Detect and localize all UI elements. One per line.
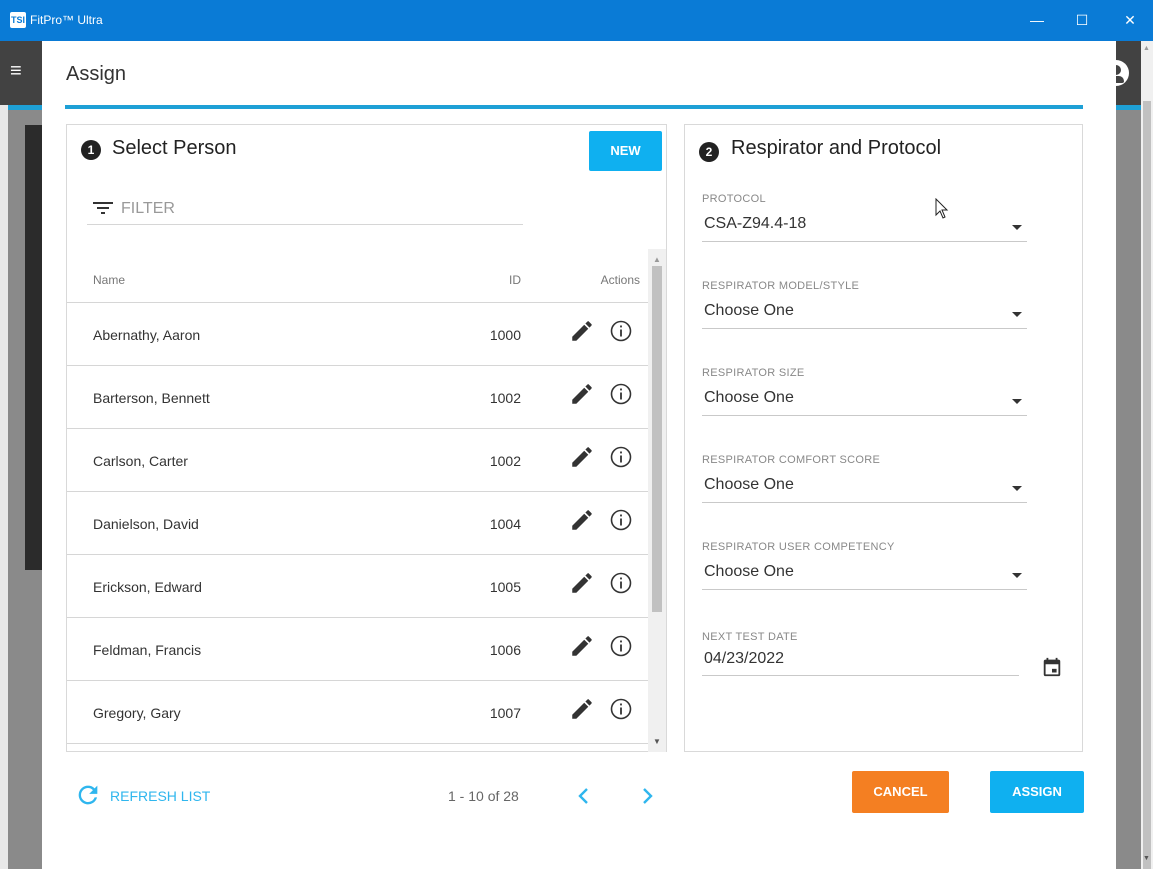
app-logo-icon: TSI <box>10 12 26 28</box>
column-header-name[interactable]: Name <box>93 273 125 287</box>
info-icon[interactable] <box>609 571 633 595</box>
select-person-panel: 1 Select Person NEW Name ID Actions Aber… <box>66 124 667 752</box>
person-id: 1006 <box>489 642 521 658</box>
person-id: 1004 <box>489 516 521 532</box>
column-header-id[interactable]: ID <box>497 273 521 287</box>
refresh-list-label: REFRESH LIST <box>110 788 211 804</box>
edit-pencil-icon[interactable] <box>569 381 595 407</box>
filter-icon <box>93 202 113 216</box>
edit-pencil-icon[interactable] <box>569 444 595 470</box>
info-icon[interactable] <box>609 382 633 406</box>
table-row[interactable]: Carlson, Carter 1002 <box>67 429 648 492</box>
cancel-button[interactable]: CANCEL <box>852 771 949 813</box>
person-name: Danielson, David <box>93 516 199 532</box>
comfort-score-value: Choose One <box>704 476 794 493</box>
pagination-range: 1 - 10 of 28 <box>448 788 519 804</box>
dialog-title: Assign <box>66 63 127 85</box>
calendar-icon[interactable] <box>1041 656 1063 678</box>
comfort-score-label: RESPIRATOR COMFORT SCORE <box>702 454 881 466</box>
filter-field[interactable] <box>87 191 523 225</box>
step-two-badge: 2 <box>699 142 719 162</box>
user-competency-label: RESPIRATOR USER COMPETENCY <box>702 541 895 553</box>
table-row[interactable]: Barterson, Bennett 1002 <box>67 366 648 429</box>
edit-pencil-icon[interactable] <box>569 507 595 533</box>
edit-pencil-icon[interactable] <box>569 633 595 659</box>
info-icon[interactable] <box>609 697 633 721</box>
respirator-size-value: Choose One <box>704 389 794 406</box>
background-left-edge <box>0 105 8 869</box>
filter-input[interactable] <box>121 197 501 221</box>
new-person-button[interactable]: NEW <box>589 131 662 171</box>
table-row[interactable]: Abernathy, Aaron 1000 <box>67 303 648 366</box>
person-id: 1007 <box>489 705 521 721</box>
minimize-button[interactable]: — <box>1014 0 1060 41</box>
info-icon[interactable] <box>609 508 633 532</box>
edit-pencil-icon[interactable] <box>569 318 595 344</box>
dropdown-arrow-icon <box>1012 225 1022 230</box>
person-name: Abernathy, Aaron <box>93 327 201 343</box>
person-id: 1002 <box>489 390 521 406</box>
person-list: Abernathy, Aaron 1000 Barterson, Bennett… <box>67 303 648 749</box>
window-titlebar: TSI FitPro™ Ultra — ☐ ✕ <box>0 0 1153 41</box>
dropdown-arrow-icon <box>1012 399 1022 404</box>
info-icon[interactable] <box>609 634 633 658</box>
step-one-badge: 1 <box>81 140 101 160</box>
column-header-actions: Actions <box>600 273 640 287</box>
info-icon[interactable] <box>609 319 633 343</box>
maximize-button[interactable]: ☐ <box>1059 0 1105 41</box>
person-table-header: Name ID Actions <box>67 265 648 303</box>
person-id: 1002 <box>489 453 521 469</box>
user-competency-value: Choose One <box>704 563 794 580</box>
window-title: FitPro™ Ultra <box>30 13 103 27</box>
window-scroll-thumb[interactable] <box>1143 101 1151 869</box>
chevron-right-icon[interactable] <box>637 784 657 808</box>
respirator-model-label: RESPIRATOR MODEL/STYLE <box>702 280 860 292</box>
respirator-protocol-panel: 2 Respirator and Protocol PROTOCOL CSA-Z… <box>684 124 1083 752</box>
person-name: Erickson, Edward <box>93 579 202 595</box>
person-name: Feldman, Francis <box>93 642 202 658</box>
table-row[interactable]: Feldman, Francis 1006 <box>67 618 648 681</box>
person-name: Carlson, Carter <box>93 453 188 469</box>
table-row[interactable]: Gregory, Gary 1007 <box>67 681 648 744</box>
person-list-scroll-thumb[interactable] <box>652 266 662 612</box>
window-scrollbar[interactable]: ▲ ▼ <box>1141 41 1153 869</box>
chevron-left-icon[interactable] <box>574 784 594 808</box>
scroll-up-icon[interactable]: ▲ <box>1143 45 1150 52</box>
protocol-value: CSA-Z94.4-18 <box>704 215 807 232</box>
person-name: Barterson, Bennett <box>93 390 210 406</box>
respirator-size-label: RESPIRATOR SIZE <box>702 367 805 379</box>
person-name: Gregory, Gary <box>93 705 181 721</box>
scroll-down-icon[interactable]: ▼ <box>1143 855 1150 862</box>
close-window-button[interactable]: ✕ <box>1107 0 1153 41</box>
hamburger-menu-icon[interactable]: ≡ <box>10 61 22 81</box>
table-row[interactable]: Erickson, Edward 1005 <box>67 555 648 618</box>
respirator-protocol-heading: Respirator and Protocol <box>731 137 942 159</box>
next-test-date-label: NEXT TEST DATE <box>702 631 798 643</box>
table-row[interactable]: Danielson, David 1004 <box>67 492 648 555</box>
dropdown-arrow-icon <box>1012 573 1022 578</box>
scroll-up-icon[interactable]: ▲ <box>653 255 661 264</box>
person-list-scrollbar[interactable]: ▲ ▼ <box>648 249 666 752</box>
refresh-icon <box>78 785 98 805</box>
mouse-cursor-icon <box>935 198 949 219</box>
assign-button[interactable]: ASSIGN <box>990 771 1084 813</box>
person-id: 1005 <box>489 579 521 595</box>
edit-pencil-icon[interactable] <box>569 570 595 596</box>
edit-pencil-icon[interactable] <box>569 696 595 722</box>
dropdown-arrow-icon <box>1012 312 1022 317</box>
respirator-model-value: Choose One <box>704 302 794 319</box>
next-test-date-value[interactable]: 04/23/2022 <box>704 650 784 668</box>
assign-dialog: Assign 1 Select Person NEW Name ID Actio… <box>42 41 1116 869</box>
scroll-down-icon[interactable]: ▼ <box>653 737 661 746</box>
dialog-title-underline <box>65 105 1083 109</box>
select-person-heading: Select Person <box>112 137 237 159</box>
person-id: 1000 <box>489 327 521 343</box>
info-icon[interactable] <box>609 445 633 469</box>
protocol-label: PROTOCOL <box>702 193 766 205</box>
dropdown-arrow-icon <box>1012 486 1022 491</box>
